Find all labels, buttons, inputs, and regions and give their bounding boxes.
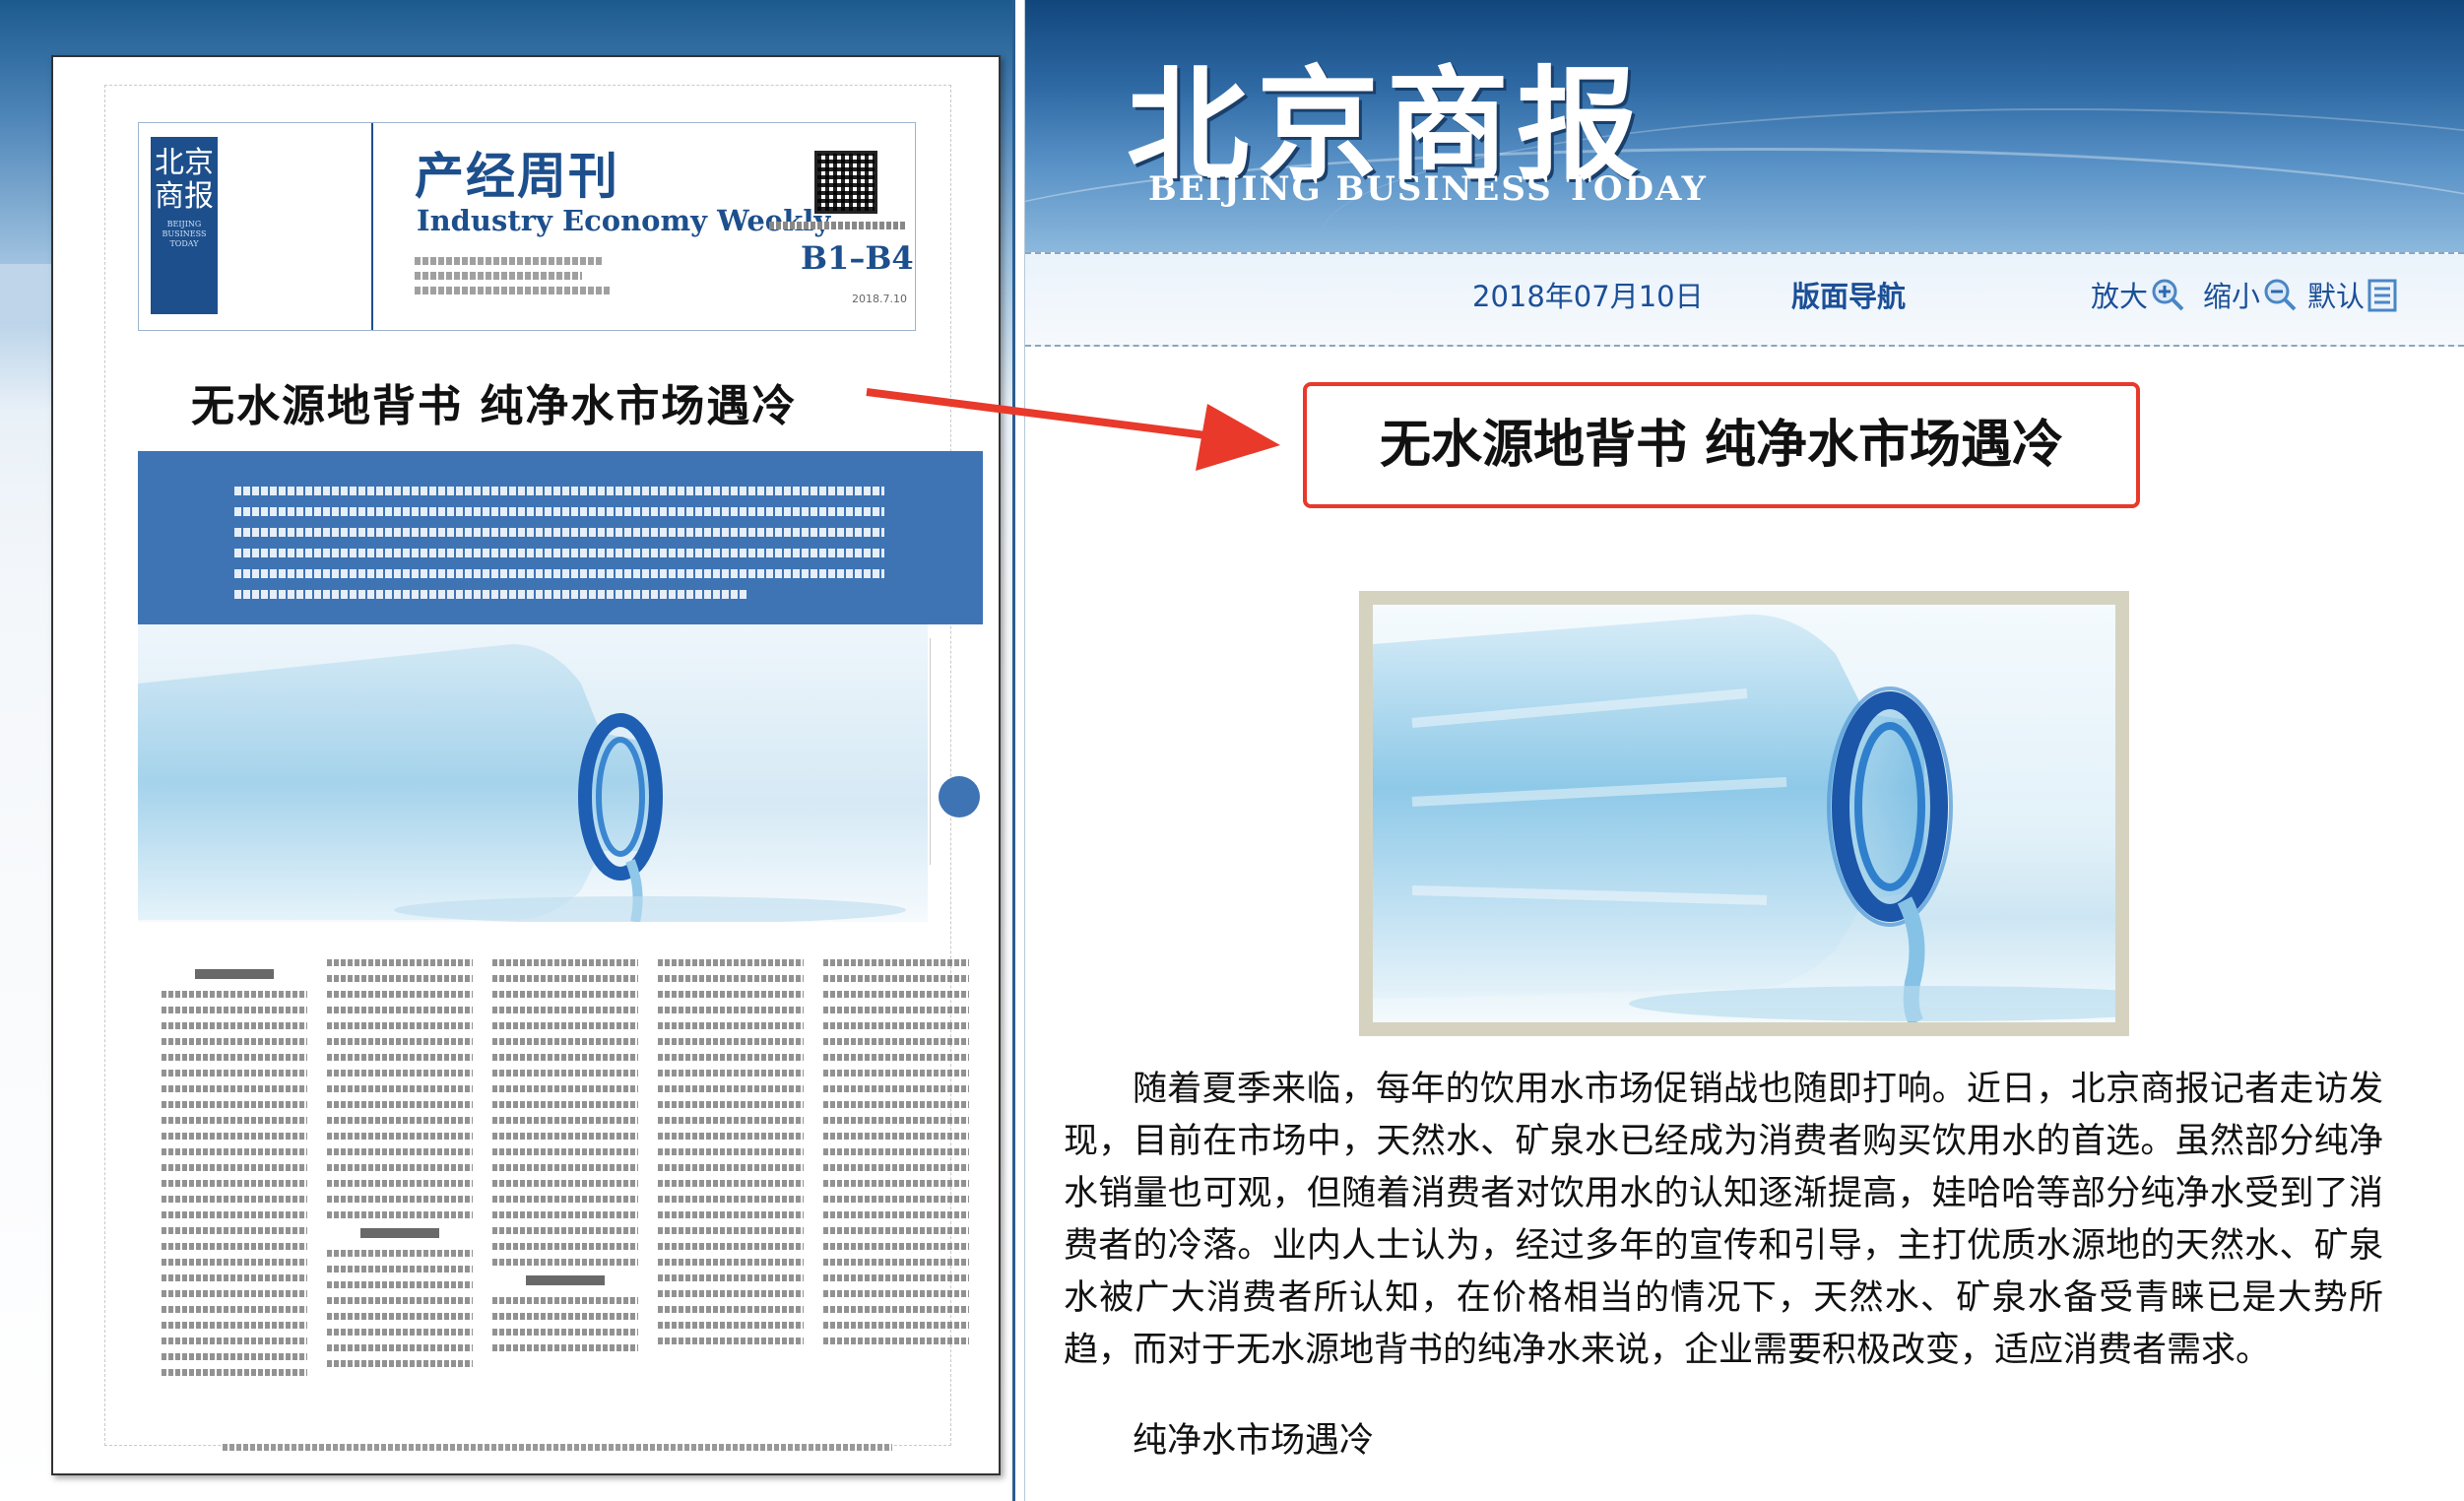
article-photo-frame[interactable] [1359,591,2129,1036]
highlighted-headline-box: 无水源地背书 纯净水市场遇冷 [1303,382,2140,508]
paper-badge [939,776,980,817]
paper-headline: 无水源地背书 纯净水市场遇冷 [191,381,798,431]
paper-text-columns [138,959,983,1432]
zoom-out-button[interactable]: 缩小 [2203,274,2298,315]
zoom-out-icon [2264,279,2297,311]
page-range: B1–B4 [801,239,914,277]
paper-logo-text: 北京商报 [155,146,214,214]
qr-caption [769,222,907,229]
section-title-cn: 产经周刊 [415,147,619,205]
page-navigation-link[interactable]: 版面导航 [1791,274,1906,315]
site-logo-en: BEIJING BUSINESS TODAY [1148,169,1708,209]
lead-paragraph-box [138,451,983,624]
article-subhead: 纯净水市场遇冷 [1133,1421,1375,1461]
paper-bottle-photo [138,624,928,922]
zoom-out-label: 缩小 [2203,280,2261,313]
article-body: 随着夏季来临，每年的饮用水市场促销战也随即打响。近日，北京商报记者走访发现，目前… [1064,1064,2383,1463]
masthead-meta [415,257,621,301]
paper-sidebar [930,638,984,865]
newspaper-page-thumbnail[interactable]: 北京商报 BEIJING BUSINESS TODAY 产经周刊 Industr… [51,55,1001,1475]
paper-logo: 北京商报 BEIJING BUSINESS TODAY [151,137,218,314]
bottle-illustration-small [138,644,906,922]
issue-date: 2018年07月10日 [1472,280,1704,313]
toolbar: 2018年07月10日 版面导航 放大 缩小 默认 [1025,252,2464,347]
default-size-label: 默认 [2307,280,2366,313]
article-headline: 无水源地背书 纯净水市场遇冷 [1379,416,2064,475]
paper-footer [223,1444,892,1451]
zoom-in-icon [2152,279,2184,311]
list-icon [2367,279,2397,312]
water-bottle-illustration [1373,614,2115,1022]
default-size-button[interactable]: 默认 [2307,274,2398,315]
page-masthead: 北京商报 BEIJING BUSINESS TODAY 产经周刊 Industr… [138,122,916,331]
paper-date: 2018.7.10 [852,293,907,305]
panel-divider [1012,0,1015,1501]
qr-code-icon [814,151,877,214]
zoom-in-label: 放大 [2091,280,2149,313]
article-photo [1373,605,2115,1022]
zoom-in-button[interactable]: 放大 [2091,274,2185,315]
section-title-en: Industry Economy Weekly [417,204,831,237]
article-paragraph: 随着夏季来临，每年的饮用水市场促销战也随即打响。近日，北京商报记者走访发现，目前… [1064,1070,2383,1370]
masthead-divider [371,123,373,330]
paper-logo-small: BEIJING BUSINESS TODAY [162,220,207,248]
